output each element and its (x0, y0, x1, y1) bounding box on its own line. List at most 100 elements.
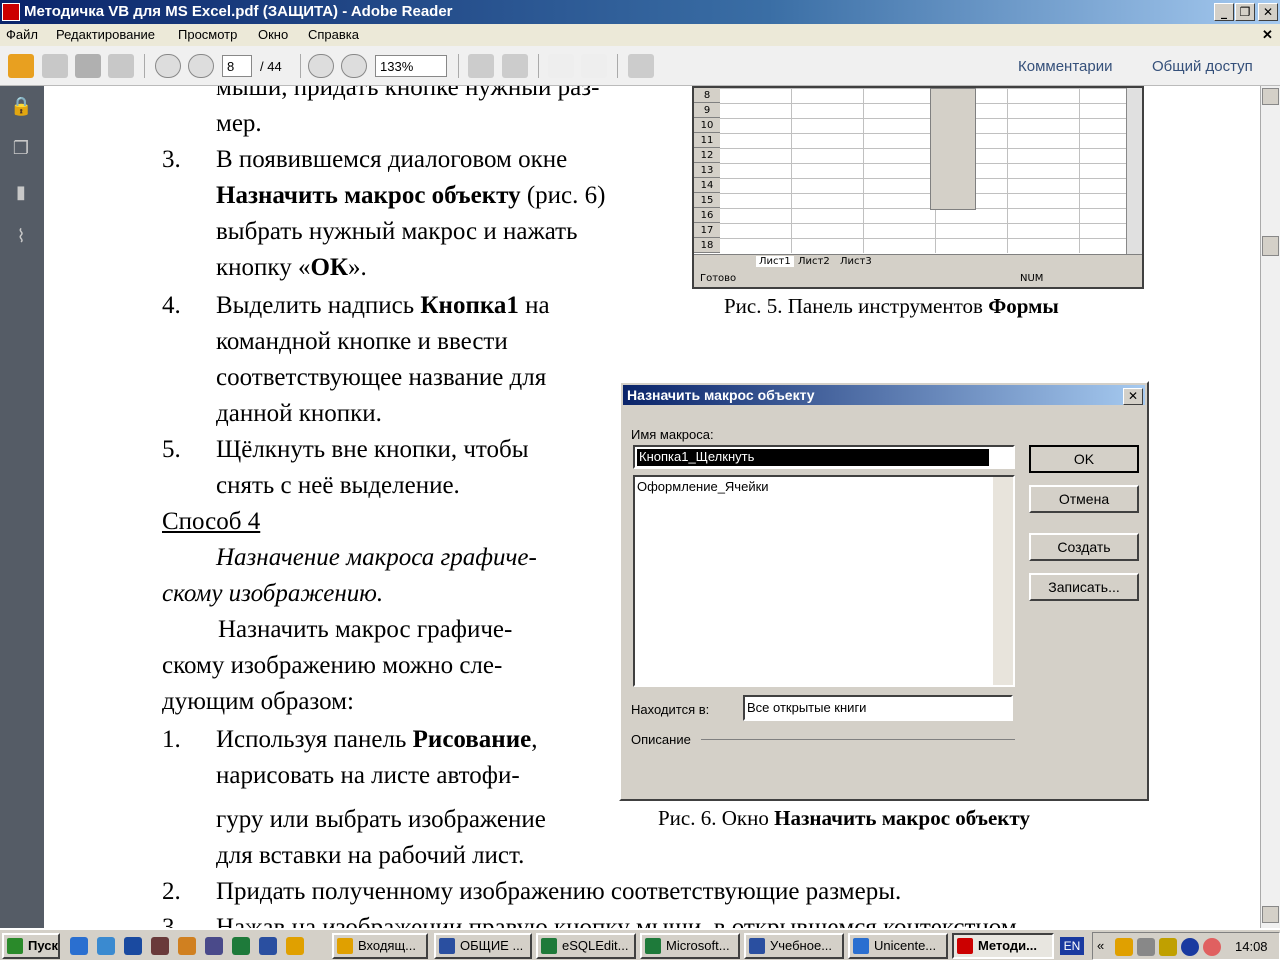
text-line: соответствующее название для (216, 364, 547, 391)
pages-icon[interactable]: ❐ (10, 138, 32, 160)
text-line: Нажав на изображении правую кнопку мыши,… (216, 914, 1017, 928)
menu-help[interactable]: Справка (308, 27, 359, 42)
fullscreen-icon[interactable] (628, 54, 654, 78)
lock-icon[interactable]: 🔒 (10, 96, 32, 118)
print-icon[interactable] (75, 54, 101, 78)
menu-view[interactable]: Просмотр (178, 27, 237, 42)
task-excel[interactable]: Microsoft... (640, 933, 740, 959)
macro-list[interactable]: Оформление_Ячейки (633, 475, 1015, 687)
section-heading: Способ 4 (162, 508, 261, 535)
list-item[interactable]: Оформление_Ячейки (637, 479, 769, 494)
list-number: 3. (162, 146, 181, 173)
taskbar: Пуск Входящ... ОБЩИЕ ... eSQLEdit... Mic… (0, 928, 1280, 960)
scroll-thumb[interactable] (1262, 236, 1279, 256)
restore-button[interactable]: ❐ (1235, 3, 1255, 21)
list-number: 3. (162, 914, 181, 928)
assign-macro-dialog: Назначить макрос объекту ✕ Имя макроса: … (619, 381, 1149, 801)
quicklaunch-icon[interactable] (178, 937, 196, 955)
tray-icon[interactable] (1137, 938, 1155, 956)
task-word[interactable]: ОБЩИЕ ... (434, 933, 532, 959)
minimize-button[interactable]: _ (1214, 3, 1234, 21)
task-esqledit[interactable]: eSQLEdit... (536, 933, 636, 959)
language-indicator[interactable]: EN (1060, 937, 1084, 955)
outlook-icon[interactable] (286, 937, 304, 955)
figure-caption: Рис. 5. Панель инструментов Формы (724, 294, 1059, 318)
text-line: выбрать нужный макрос и нажать (216, 218, 578, 245)
macro-name-value: Кнопка1_Щелкнуть (637, 449, 989, 466)
dialog-close-icon[interactable]: ✕ (1123, 388, 1143, 405)
pdf-app-icon (2, 3, 20, 21)
menu-edit[interactable]: Редактирование (56, 27, 155, 42)
task-adobe-reader[interactable]: Методи... (952, 933, 1054, 959)
document-vscroll[interactable] (1260, 86, 1280, 928)
ok-button[interactable]: OK (1029, 445, 1139, 473)
comment-icon[interactable] (548, 54, 574, 78)
excel-row-header: 12 (694, 148, 720, 163)
tray-icon[interactable] (1181, 938, 1199, 956)
text-line: дующим образом: (162, 688, 354, 715)
tray-icon[interactable] (1159, 938, 1177, 956)
text-line: мыши, придать кнопке нужный раз- (216, 86, 600, 101)
location-select[interactable]: Все открытые книги (743, 695, 1013, 721)
create-pdf-icon[interactable] (8, 54, 34, 78)
ie-icon[interactable] (70, 937, 88, 955)
bookmark-icon[interactable]: ▮ (10, 182, 32, 204)
excel-row-header: 14 (694, 178, 720, 193)
scroll-up-icon[interactable] (1262, 88, 1279, 105)
figure-caption: Рис. 6. Окно Назначить макрос объекту (658, 806, 1030, 830)
menu-window[interactable]: Окно (258, 27, 288, 42)
doc-close-icon[interactable]: ✕ (1262, 27, 1273, 43)
save-icon[interactable] (42, 54, 68, 78)
share-link[interactable]: Общий доступ (1152, 58, 1253, 75)
excel-row-header: 10 (694, 118, 720, 133)
fit-page-icon[interactable] (468, 54, 494, 78)
macro-name-input[interactable]: Кнопка1_Щелкнуть (633, 445, 1015, 469)
attachment-icon[interactable]: ⌇ (10, 226, 32, 248)
quicklaunch-icon[interactable] (124, 937, 142, 955)
description-label: Описание (631, 732, 691, 747)
comments-link[interactable]: Комментарии (1018, 58, 1112, 75)
excel-row-header: 11 (694, 133, 720, 148)
record-button[interactable]: Записать... (1029, 573, 1139, 601)
task-ie[interactable]: Unicente... (848, 933, 948, 959)
text-line: для вставки на рабочий лист. (216, 842, 525, 869)
close-button[interactable]: ✕ (1258, 3, 1278, 21)
page-number-input[interactable]: 8 (222, 55, 252, 77)
start-button[interactable]: Пуск (2, 933, 60, 959)
next-page-icon[interactable] (188, 54, 214, 78)
task-outlook[interactable]: Входящ... (332, 933, 428, 959)
menu-file[interactable]: Файл (6, 27, 38, 42)
system-tray: « 14:08 (1092, 932, 1280, 960)
media-player-icon[interactable] (205, 937, 223, 955)
tray-icon[interactable] (1115, 938, 1133, 956)
scroll-down-icon[interactable] (1262, 906, 1279, 923)
excel-row-header: 15 (694, 193, 720, 208)
word-icon[interactable] (259, 937, 277, 955)
title-bar: Методичка VB для MS Excel.pdf (ЗАЩИТА) -… (0, 0, 1280, 24)
prev-page-icon[interactable] (155, 54, 181, 78)
excel-status-bar: Готово NUM (694, 270, 1142, 287)
quicklaunch-icon[interactable] (151, 937, 169, 955)
cancel-button[interactable]: Отмена (1029, 485, 1139, 513)
document-page: мыши, придать кнопке нужный раз- мер. 3.… (44, 86, 1260, 928)
tray-icon[interactable] (1203, 938, 1221, 956)
text-line: Придать полученному изображению соответс… (216, 878, 902, 905)
tray-expand-icon[interactable]: « (1097, 938, 1104, 953)
list-number: 4. (162, 292, 181, 319)
excel-row-header: 16 (694, 208, 720, 223)
excel-icon[interactable] (232, 937, 250, 955)
highlight-icon[interactable] (581, 54, 607, 78)
list-scrollbar[interactable] (993, 477, 1013, 685)
task-word-2[interactable]: Учебное... (744, 933, 844, 959)
macro-name-label: Имя макроса: (631, 427, 714, 442)
email-icon[interactable] (108, 54, 134, 78)
text-line: командной кнопке и ввести (216, 328, 508, 355)
zoom-in-icon[interactable] (341, 54, 367, 78)
zoom-select[interactable]: 133% (375, 55, 447, 77)
text-line: гуру или выбрать изображение (216, 806, 546, 833)
quicklaunch-icon[interactable] (97, 937, 115, 955)
page-total: / 44 (260, 59, 282, 74)
create-button[interactable]: Создать (1029, 533, 1139, 561)
fit-width-icon[interactable] (502, 54, 528, 78)
zoom-out-icon[interactable] (308, 54, 334, 78)
